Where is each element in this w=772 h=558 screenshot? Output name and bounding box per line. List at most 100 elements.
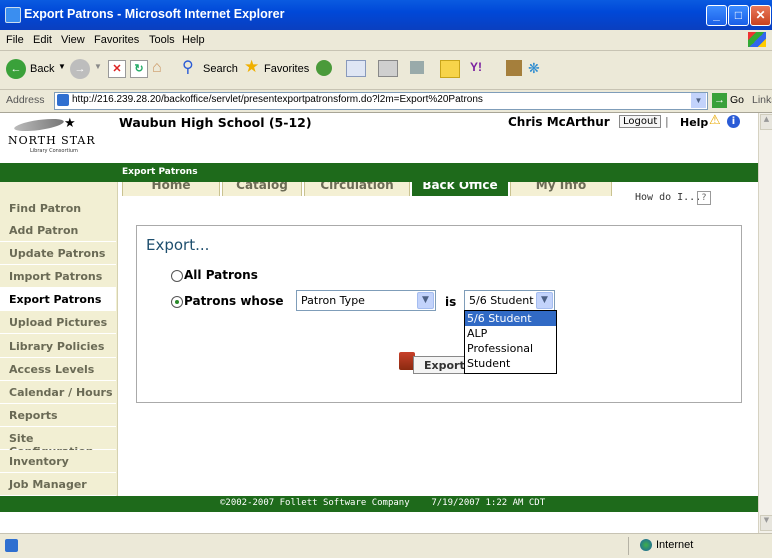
radio-patrons-whose[interactable] [171, 296, 183, 308]
vertical-scrollbar[interactable]: ▲ ▼ [758, 113, 772, 533]
sidebar-item-label: Calendar / Hours [9, 386, 113, 399]
star-icon: ★ [64, 116, 76, 131]
close-button[interactable]: ✕ [750, 5, 771, 26]
sidebar-item-import-patrons[interactable]: Import Patrons [0, 265, 116, 288]
user-name: Chris McArthur [508, 115, 610, 129]
logo-text: NORTH STAR [8, 134, 96, 147]
sidebar-item-job-manager[interactable]: Job Manager [0, 473, 116, 496]
radio-all-patrons-label: All Patrons [184, 268, 258, 282]
favorites-star-icon[interactable]: ★ [244, 58, 262, 76]
forward-arrow-icon[interactable]: → [70, 59, 90, 79]
window-title: Export Patrons - Microsoft Internet Expl… [24, 7, 285, 21]
export-panel: Export... All Patrons Patrons whose Patr… [136, 225, 742, 403]
globe-icon [640, 539, 652, 551]
field-select[interactable]: Patron Type ▼ [296, 290, 436, 311]
forward-dropdown-icon[interactable]: ▼ [94, 62, 102, 71]
address-field[interactable]: http://216.239.28.20/backoffice/servlet/… [54, 92, 708, 110]
print-icon[interactable] [378, 60, 398, 77]
how-do-i-link[interactable]: How do I... [635, 192, 701, 203]
folder-icon[interactable] [440, 60, 460, 78]
address-url[interactable]: http://216.239.28.20/backoffice/servlet/… [72, 94, 483, 105]
sidebar-item-reports[interactable]: Reports [0, 404, 116, 427]
messenger-icon[interactable]: ❋ [528, 60, 546, 76]
page-status-icon [5, 539, 18, 552]
edit-icon[interactable] [410, 61, 424, 74]
chevron-down-icon[interactable]: ▼ [417, 292, 434, 309]
links-label[interactable]: Links [752, 94, 772, 106]
sidebar-item-library-policies[interactable]: Library Policies [0, 335, 116, 358]
refresh-icon[interactable]: ↻ [130, 60, 148, 78]
page-content: ★ NORTH STAR Library Consortium Waubun H… [0, 113, 758, 533]
security-zone: Internet [656, 539, 694, 551]
page-icon [57, 94, 69, 106]
sidebar-item-label: Inventory [9, 455, 69, 468]
sidebar-item-label: Export Patrons [9, 293, 102, 306]
school-name: Waubun High School (5-12) [119, 115, 312, 130]
breadcrumb: Export Patrons [122, 167, 198, 177]
yahoo-icon[interactable]: Y! [470, 60, 492, 76]
research-icon[interactable] [506, 60, 522, 76]
menu-help[interactable]: Help [182, 34, 205, 46]
is-label: is [445, 295, 457, 309]
sidebar-item-label: Upload Pictures [9, 316, 108, 329]
north-star-logo: ★ NORTH STAR Library Consortium [4, 116, 116, 156]
sidebar-item-label: Job Manager [9, 478, 87, 491]
maximize-button[interactable]: □ [728, 5, 749, 26]
chevron-down-icon[interactable]: ▼ [536, 292, 553, 309]
sidebar-item-find-patron[interactable]: Find Patron [0, 197, 116, 220]
mail-icon[interactable] [346, 60, 366, 77]
sidebar-item-upload-pictures[interactable]: Upload Pictures [0, 311, 116, 334]
windows-logo-icon [748, 32, 766, 47]
dropdown-option[interactable]: ALP [465, 326, 556, 341]
nav-band: Export Patrons [0, 163, 758, 182]
sidebar-item-label: Import Patrons [9, 270, 103, 283]
value-select[interactable]: 5/6 Student ▼ [464, 290, 555, 311]
export-title: Export... [146, 236, 210, 254]
go-button[interactable]: Go [730, 94, 744, 106]
alert-icon[interactable]: ⚠ [709, 113, 721, 128]
sidebar-item-label: Find Patron [9, 202, 82, 215]
address-dropdown-icon[interactable]: ▼ [691, 93, 706, 108]
menu-bar: File Edit View Favorites Tools Help [0, 30, 772, 51]
go-arrow-icon[interactable]: → [712, 93, 727, 108]
home-icon[interactable]: ⌂ [152, 59, 170, 77]
menu-favorites[interactable]: Favorites [94, 34, 139, 46]
value-dropdown-list[interactable]: 5/6 Student ALP Professional Student [464, 310, 557, 374]
ie-icon [5, 7, 21, 23]
export-button[interactable]: Export [413, 356, 467, 374]
sidebar-item-site-configuration[interactable]: Site Configuration [0, 427, 116, 458]
back-dropdown-icon[interactable]: ▼ [58, 62, 66, 71]
value-select-value: 5/6 Student [469, 294, 534, 307]
logo-subtext: Library Consortium [30, 148, 78, 154]
logout-button[interactable]: Logout [619, 115, 662, 128]
menu-edit[interactable]: Edit [33, 34, 52, 46]
stop-icon[interactable]: ✕ [108, 60, 126, 78]
dropdown-option[interactable]: Student [465, 356, 556, 371]
menu-tools[interactable]: Tools [149, 34, 175, 46]
status-bar: Internet [0, 533, 772, 558]
sidebar-item-add-patron[interactable]: Add Patron [0, 219, 116, 242]
search-button[interactable]: Search [203, 63, 238, 75]
menu-file[interactable]: File [6, 34, 24, 46]
dropdown-option[interactable]: 5/6 Student [465, 311, 556, 326]
search-icon[interactable]: ⚲ [182, 59, 200, 77]
scroll-down-icon[interactable]: ▼ [760, 515, 772, 531]
history-icon[interactable] [316, 60, 332, 76]
menu-view[interactable]: View [61, 34, 85, 46]
help-link[interactable]: Help [680, 116, 708, 129]
scroll-up-icon[interactable]: ▲ [760, 114, 772, 130]
sidebar-item-export-patrons[interactable]: Export Patrons [0, 288, 116, 311]
back-arrow-icon[interactable]: ← [6, 59, 26, 79]
sidebar-item-calendar-hours[interactable]: Calendar / Hours [0, 381, 116, 404]
info-icon[interactable]: i [727, 115, 740, 128]
sidebar-item-update-patrons[interactable]: Update Patrons [0, 242, 116, 265]
minimize-button[interactable]: _ [706, 5, 727, 26]
dropdown-option[interactable]: Professional [465, 341, 556, 356]
back-button[interactable]: Back [30, 63, 54, 75]
favorites-button[interactable]: Favorites [264, 63, 309, 75]
separator: | [665, 115, 669, 128]
sidebar-item-inventory[interactable]: Inventory [0, 450, 116, 473]
help-question-icon[interactable]: ? [697, 191, 711, 205]
radio-all-patrons[interactable] [171, 270, 183, 282]
sidebar-item-access-levels[interactable]: Access Levels [0, 358, 116, 381]
